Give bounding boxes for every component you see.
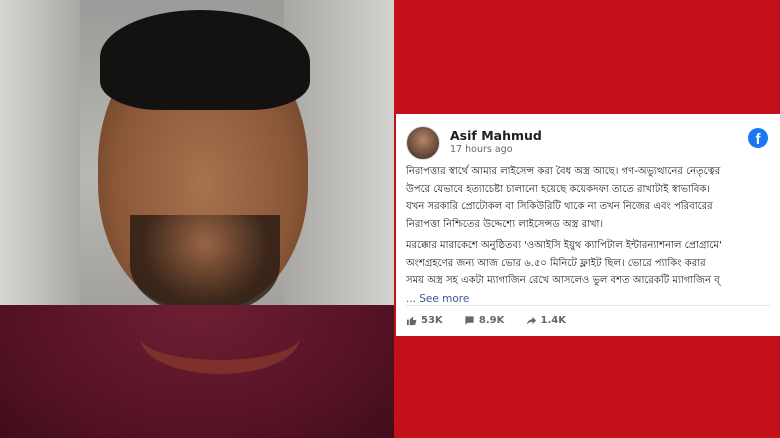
post-line: যখন সরকারি প্রোটোকল বা সিকিউরিটি থাকে না…	[406, 201, 713, 212]
photo-hair	[100, 10, 310, 110]
engagement-stats: 53K 8.9K 1.4K	[406, 315, 584, 333]
facebook-post-card: Asif Mahmud 17 hours ago f নিরাপত্তার স্…	[396, 114, 780, 336]
post-header: Asif Mahmud 17 hours ago f	[406, 126, 770, 160]
ellipsis: ...	[406, 292, 417, 305]
post-body: নিরাপত্তার স্বার্থে আমার লাইসেন্স করা বৈ…	[406, 164, 774, 309]
share-count-value: 1.4K	[540, 315, 566, 326]
post-line: নিরাপত্তা নিশ্চিতের উদ্দেশ্যে লাইসেন্সড …	[406, 218, 604, 230]
post-line: সময় অস্ত্র সহ একটা ম্যাগাজিন রেখে আসলেও…	[406, 275, 720, 286]
author-avatar[interactable]	[406, 126, 440, 160]
thumbs-up-icon	[406, 316, 417, 326]
comment-count-value: 8.9K	[478, 315, 505, 326]
see-more-link[interactable]: See more	[419, 293, 469, 305]
like-count[interactable]: 53K	[406, 315, 443, 327]
post-line: অংশগ্রহণের জন্য আজ ভোর ৬.৫০ মিনিটে ফ্লাই…	[406, 257, 706, 269]
share-icon	[526, 316, 536, 325]
divider	[406, 305, 770, 306]
comment-icon	[465, 316, 474, 325]
post-line: উপরে যেভাবে হত্যাচেষ্টা চালানো হয়েছে কয…	[406, 183, 710, 195]
red-background-panel	[396, 336, 780, 438]
share-count[interactable]: 1.4K	[526, 315, 566, 327]
photo-collar-embroidery	[140, 300, 300, 374]
comment-count[interactable]: 8.9K	[464, 315, 504, 327]
like-count-value: 53K	[421, 315, 443, 326]
facebook-icon: f	[748, 128, 768, 148]
author-name[interactable]: Asif Mahmud	[450, 128, 542, 143]
profile-photo	[0, 0, 394, 438]
post-line: নিরাপত্তার স্বার্থে আমার লাইসেন্স করা বৈ…	[406, 166, 721, 177]
post-timestamp[interactable]: 17 hours ago	[450, 144, 513, 155]
post-line: মরক্কোর মারাকেশে অনুষ্ঠিতব্য 'ওআইসি ইয়ু…	[406, 240, 722, 251]
